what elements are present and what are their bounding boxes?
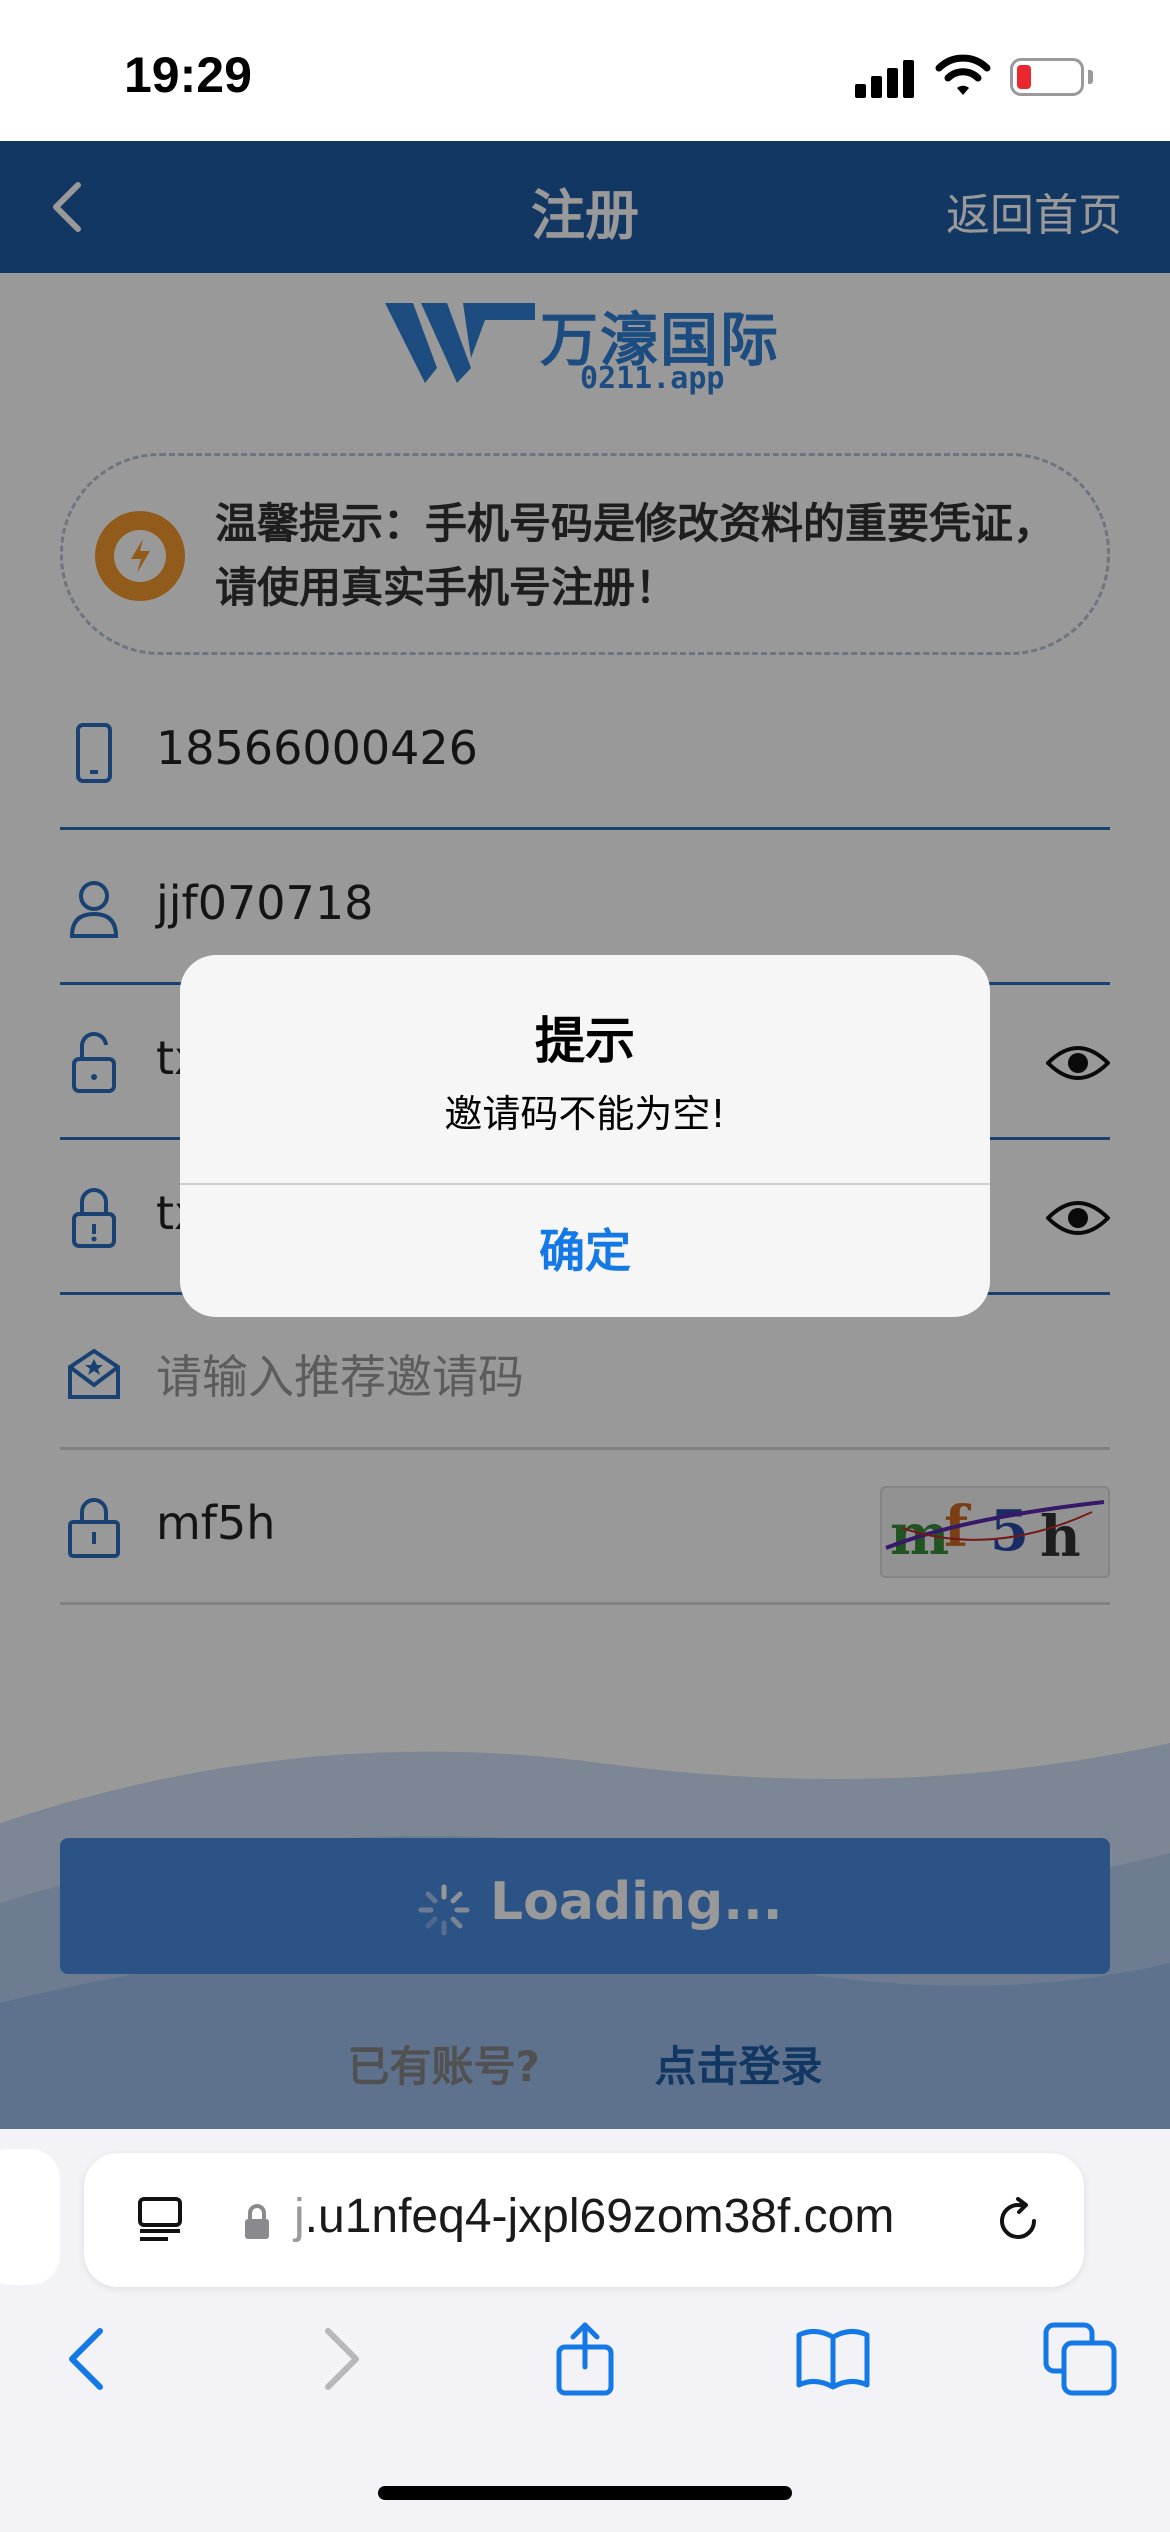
bookmarks-icon[interactable] [793,2319,873,2399]
home-indicator [378,2486,792,2500]
reload-icon[interactable] [992,2195,1044,2247]
alert-message: 邀请码不能为空! [444,1092,726,1136]
share-icon[interactable] [545,2319,625,2399]
status-bar: 19:29 [0,0,1170,141]
previous-tab-preview[interactable] [0,2149,60,2285]
battery-cap [1088,70,1093,84]
battery-icon [1010,58,1084,96]
address-bar[interactable]: j.u1nfeq4-jxpl69zom38f.com [84,2153,1084,2287]
url-text: j.u1nfeq4-jxpl69zom38f.com [294,2189,894,2244]
wifi-icon [935,54,991,95]
tabs-icon[interactable] [1040,2319,1120,2399]
alert-dialog: 提示 邀请码不能为空! 确定 [180,955,990,1317]
cellular-signal-icon [855,58,915,98]
alert-title: 提示 [535,1012,635,1070]
browser-toolbar: j.u1nfeq4-jxpl69zom38f.com [0,2129,1170,2532]
clock: 19:29 [124,47,252,103]
alert-ok-button[interactable]: 确定 [180,1185,990,1317]
url-main-part: .u1nfeq4-jxpl69zom38f.com [304,2190,895,2243]
forward-icon[interactable] [300,2319,380,2399]
reader-icon[interactable] [136,2193,188,2245]
url-faint-part: j [294,2190,305,2243]
lock-icon [245,2204,269,2239]
back-icon[interactable] [48,2319,128,2399]
